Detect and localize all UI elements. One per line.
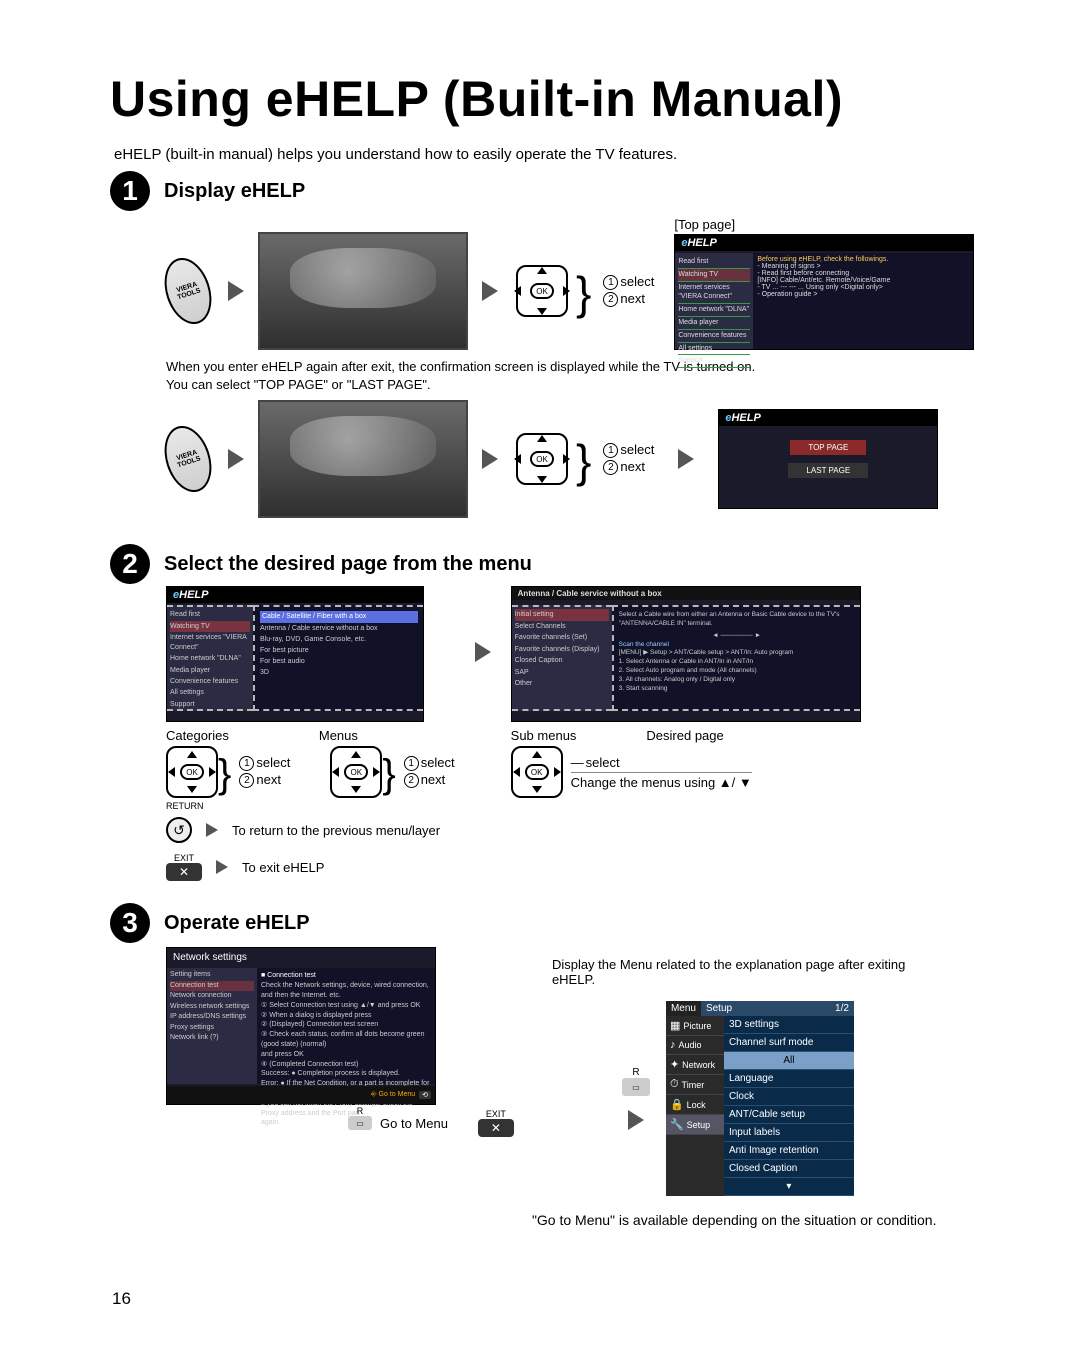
dpad-control[interactable]: OK	[512, 263, 572, 319]
menus-label: Menus	[319, 728, 358, 743]
arrow-right-icon	[475, 642, 491, 662]
step-2-badge: 2	[110, 544, 150, 584]
network-settings-screenshot: Network settings Setting items Connectio…	[166, 947, 436, 1105]
categories-label: Categories	[166, 728, 229, 743]
page-number: 16	[112, 1289, 131, 1309]
dpad-legend: 1select 2next	[603, 442, 654, 476]
step-3-hint: Display the Menu related to the explanat…	[552, 957, 922, 987]
return-label: RETURN	[166, 801, 206, 811]
arrow-right-icon	[216, 860, 228, 874]
confirm-note-1: When you enter eHELP again after exit, t…	[166, 358, 970, 376]
step-3-note: "Go to Menu" is available depending on t…	[532, 1212, 942, 1228]
step-1-heading: Display eHELP	[164, 180, 305, 203]
return-text: To return to the previous menu/layer	[232, 823, 440, 838]
confirm-note-2: You can select "TOP PAGE" or "LAST PAGE"…	[166, 376, 970, 394]
arrow-right-icon	[206, 823, 218, 837]
return-button[interactable]: ↺	[166, 817, 192, 843]
top-page-button[interactable]: TOP PAGE	[790, 440, 866, 455]
ehelp-top-page-screenshot: eeHELPHELP Read first Watching TV Intern…	[674, 234, 974, 350]
tv-preview-thumbnail	[258, 400, 468, 518]
arrow-right-icon	[228, 449, 244, 469]
exit-button[interactable]: ✕	[166, 863, 202, 881]
top-page-label: [Top page]	[674, 217, 974, 232]
arrow-right-icon	[482, 449, 498, 469]
ok-button[interactable]: OK	[530, 451, 554, 467]
exit-label: EXIT	[166, 853, 202, 863]
last-page-button[interactable]: LAST PAGE	[788, 463, 868, 478]
arrow-right-icon	[678, 449, 694, 469]
step-1: 1 Display eHELP VIERA TOOLS OK } 1select…	[110, 171, 970, 518]
arrow-right-icon	[628, 1110, 644, 1130]
dpad-control[interactable]: OK	[511, 747, 563, 797]
ehelp-categories-screenshot: eHELP Read first Watching TV Internet se…	[166, 586, 424, 722]
ehelp-desired-page-screenshot: Antenna / Cable service without a box In…	[511, 586, 861, 722]
page-title: Using eHELP (Built-in Manual)	[110, 70, 970, 128]
dpad-legend: 1select 2next	[603, 274, 654, 308]
submenus-label: Sub menus	[511, 728, 577, 743]
arrow-right-icon	[482, 281, 498, 301]
ehelp-choice-screenshot: eHELP TOP PAGE LAST PAGE	[718, 409, 938, 509]
tv-setup-menu-screenshot: Menu Setup 1/2 ▦Picture ♪Audio ✦Network …	[666, 1001, 854, 1196]
arrow-right-icon	[228, 281, 244, 301]
red-button[interactable]: R▭	[348, 1116, 372, 1130]
step-1-badge: 1	[110, 171, 150, 211]
step-2-heading: Select the desired page from the menu	[164, 553, 532, 576]
viera-tools-button[interactable]: VIERA TOOLS	[157, 420, 220, 498]
exit-text: To exit eHELP	[242, 860, 324, 875]
desired-page-label: Desired page	[646, 728, 723, 743]
step-2: 2 Select the desired page from the menu …	[110, 544, 970, 881]
step-3-heading: Operate eHELP	[164, 912, 310, 935]
exit-button[interactable]: ✕	[478, 1119, 514, 1137]
ok-button[interactable]: OK	[530, 283, 554, 299]
step-3-badge: 3	[110, 903, 150, 943]
step-3: 3 Operate eHELP Network settings Setting…	[110, 903, 970, 1228]
intro-text: eHELP (built-in manual) helps you unders…	[114, 146, 970, 163]
dpad-control[interactable]: OK	[330, 747, 382, 797]
viera-tools-button[interactable]: VIERA TOOLS	[157, 252, 220, 330]
change-menus-note: Change the menus using ▲/ ▼	[571, 775, 752, 790]
red-button[interactable]: ▭	[622, 1078, 650, 1096]
dpad-control[interactable]: OK	[166, 747, 218, 797]
tv-preview-thumbnail	[258, 232, 468, 350]
dpad-control[interactable]: OK	[512, 431, 572, 487]
